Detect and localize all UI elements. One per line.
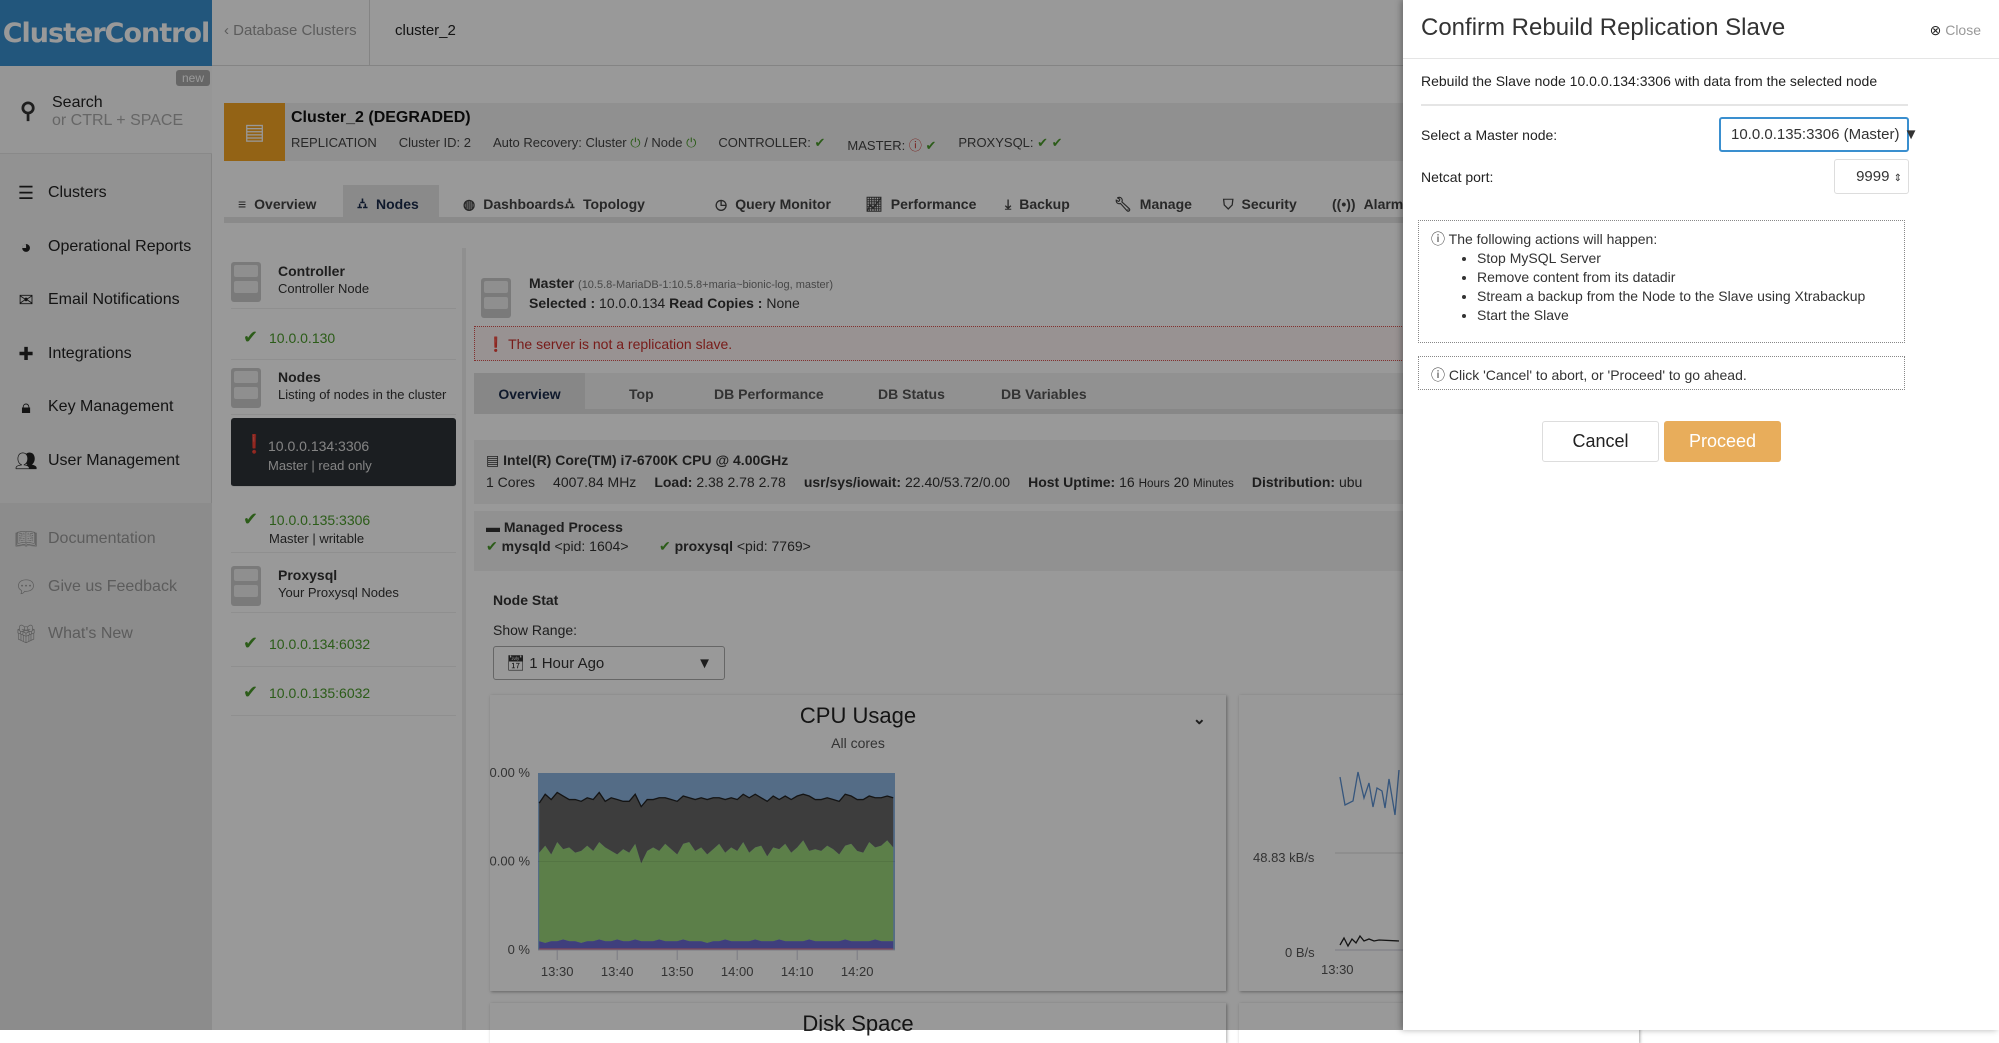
info-icon: ⓘ bbox=[1431, 231, 1445, 247]
divider bbox=[1421, 104, 1908, 106]
action-item: Stop MySQL Server bbox=[1477, 249, 1865, 268]
master-node-value: 10.0.0.135:3306 (Master) bbox=[1731, 126, 1900, 143]
close-button[interactable]: ⊗ Close bbox=[1930, 22, 1981, 39]
cancel-button[interactable]: Cancel bbox=[1542, 421, 1659, 462]
action-item: Start the Slave bbox=[1477, 306, 1865, 325]
close-label: Close bbox=[1945, 22, 1981, 38]
divider bbox=[1403, 58, 1999, 59]
netcat-port-input[interactable]: 9999 ⇕ bbox=[1834, 159, 1909, 194]
action-item: Stream a backup from the Node to the Sla… bbox=[1477, 287, 1865, 306]
caret-down-icon: ▼ bbox=[1903, 126, 1919, 143]
dialog-description: Rebuild the Slave node 10.0.0.134:3306 w… bbox=[1421, 73, 1878, 89]
modal-backdrop[interactable] bbox=[0, 0, 1403, 1030]
netcat-port-label: Netcat port: bbox=[1421, 169, 1494, 185]
proceed-button[interactable]: Proceed bbox=[1664, 421, 1781, 462]
actions-list: Stop MySQL Server Remove content from it… bbox=[1477, 249, 1865, 325]
hint-box: ⓘ Click 'Cancel' to abort, or 'Proceed' … bbox=[1418, 356, 1905, 390]
master-node-label: Select a Master node: bbox=[1421, 127, 1558, 143]
close-icon: ⊗ bbox=[1929, 22, 1942, 38]
dialog-title: Confirm Rebuild Replication Slave bbox=[1421, 14, 1786, 41]
info-icon: ⓘ bbox=[1431, 367, 1445, 383]
hint-text: Click 'Cancel' to abort, or 'Proceed' to… bbox=[1448, 367, 1747, 383]
spinner-icon[interactable]: ⇕ bbox=[1894, 173, 1902, 184]
actions-info-box: ⓘ The following actions will happen: Sto… bbox=[1418, 220, 1905, 343]
action-item: Remove content from its datadir bbox=[1477, 268, 1865, 287]
rebuild-slave-dialog: Confirm Rebuild Replication Slave ⊗ Clos… bbox=[1403, 0, 1999, 1030]
actions-title-text: The following actions will happen: bbox=[1448, 231, 1658, 247]
master-node-select[interactable]: 10.0.0.135:3306 (Master) ▼ bbox=[1719, 117, 1918, 152]
actions-title: ⓘ The following actions will happen: bbox=[1431, 229, 1657, 249]
netcat-port-value: 9999 bbox=[1856, 168, 1890, 185]
